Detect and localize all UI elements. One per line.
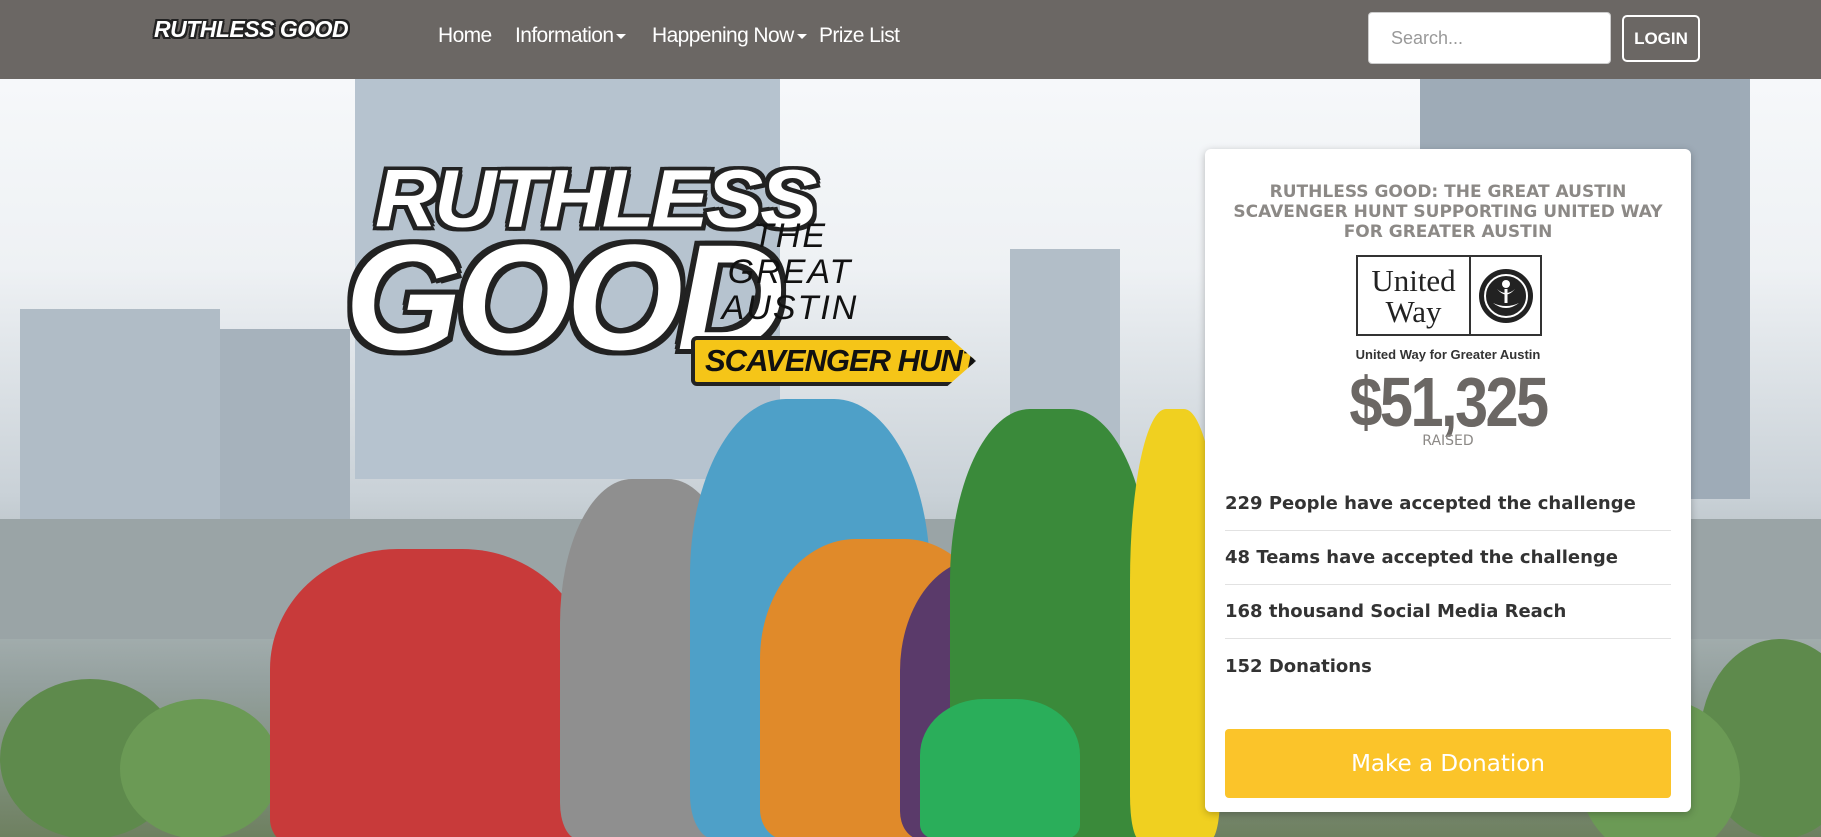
top-navbar: RUTHLESS GOOD Home Information Happening… <box>0 0 1821 79</box>
stat-row-donations: 152 Donations <box>1225 655 1372 677</box>
beneficiary-caption: United Way for Greater Austin <box>1355 347 1541 362</box>
donation-card: RUTHLESS GOOD: THE GREAT AUSTIN SCAVENGE… <box>1205 149 1691 812</box>
raised-label: RAISED <box>1422 433 1474 449</box>
united-way-word: Way <box>1385 293 1442 329</box>
nav-information[interactable]: Information <box>515 24 627 54</box>
nav-happening-now-label: Happening Now <box>652 24 794 47</box>
login-button[interactable]: LOGIN <box>1622 15 1700 62</box>
nav-happening-now[interactable]: Happening Now <box>652 24 807 54</box>
logo-tagline-line: GREAT <box>727 253 853 291</box>
logo-tagline-line: THE <box>753 217 827 255</box>
nav-information-label: Information <box>515 24 614 47</box>
stat-row-people: 229 People have accepted the challenge <box>1225 477 1671 531</box>
logo-tagline-line: AUSTIN <box>721 289 859 327</box>
chevron-down-icon <box>796 33 807 39</box>
chevron-down-icon <box>616 33 627 39</box>
united-way-wordmark: United Way <box>1358 257 1471 334</box>
nav-home-label: Home <box>438 24 492 47</box>
stat-row-social-reach: 168 thousand Social Media Reach <box>1225 585 1671 639</box>
campaign-title: RUTHLESS GOOD: THE GREAT AUSTIN SCAVENGE… <box>1233 182 1663 242</box>
united-way-emblem-icon <box>1471 257 1540 334</box>
nav-prize-list[interactable]: Prize List <box>819 24 900 54</box>
nav-prize-list-label: Prize List <box>819 24 900 47</box>
logo-scavenger-hunt-banner: SCAVENGER HUNT <box>691 336 976 386</box>
nav-home[interactable]: Home <box>438 24 492 54</box>
brand-logo[interactable]: RUTHLESS GOOD <box>154 16 349 50</box>
stat-row-teams: 48 Teams have accepted the challenge <box>1225 531 1671 585</box>
make-donation-button[interactable]: Make a Donation <box>1225 729 1671 798</box>
search-input[interactable] <box>1368 12 1611 64</box>
event-logo: RUTHLESS GOOD THE GREAT AUSTIN SCAVENGER… <box>335 150 985 390</box>
amount-raised: $51,325 <box>1349 363 1549 441</box>
united-way-word: United <box>1371 262 1456 298</box>
logo-tagline: THE GREAT AUSTIN <box>715 218 865 326</box>
united-way-logo: United Way <box>1356 255 1542 336</box>
